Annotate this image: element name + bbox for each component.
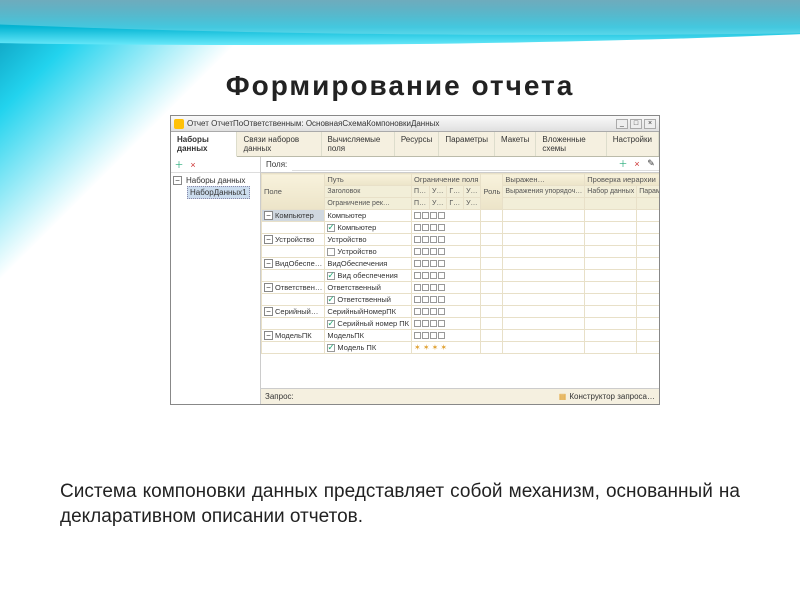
tab-1[interactable]: Связи наборов данных <box>237 132 321 156</box>
column-header[interactable]: Роль <box>481 174 503 210</box>
field-checkbox[interactable] <box>327 224 335 232</box>
app-window: Отчет ОтчетПоОтветственным: ОсновнаяСхем… <box>170 115 660 405</box>
collapse-icon[interactable]: − <box>173 176 182 185</box>
content-header: Поля: ＋ × ✎ <box>261 157 659 173</box>
column-header[interactable]: Путь <box>325 174 412 186</box>
tree-root-label: Наборы данных <box>186 176 245 185</box>
minimize-button[interactable]: _ <box>616 119 628 129</box>
tab-0[interactable]: Наборы данных <box>171 132 237 157</box>
field-row[interactable]: −Ответствен…Ответственный <box>262 282 660 294</box>
expand-icon[interactable]: − <box>264 307 273 316</box>
field-subrow[interactable]: Компьютер <box>262 222 660 234</box>
column-header[interactable]: У… <box>430 198 447 210</box>
expand-icon[interactable]: − <box>264 331 273 340</box>
field-checkbox[interactable] <box>327 248 335 256</box>
tab-4[interactable]: Параметры <box>439 132 495 156</box>
column-header[interactable] <box>585 198 637 210</box>
field-checkbox[interactable] <box>327 296 335 304</box>
field-checkbox[interactable] <box>327 344 335 352</box>
field-subrow[interactable]: Устройство <box>262 246 660 258</box>
expand-icon[interactable]: − <box>264 259 273 268</box>
content-toolbar: ＋ × ✎ <box>292 157 659 171</box>
field-subrow[interactable]: Серийный номер ПК <box>262 318 660 330</box>
tab-5[interactable]: Макеты <box>495 132 536 156</box>
column-header[interactable]: У… <box>430 186 447 198</box>
expand-icon[interactable]: − <box>264 211 273 220</box>
column-header[interactable]: Заголовок <box>325 186 412 198</box>
column-header[interactable]: Поле <box>262 174 325 210</box>
main-area: ＋ × − Наборы данных НаборДанных1 Поля: ＋… <box>171 157 659 404</box>
column-header[interactable]: Ограничение рек… <box>325 198 412 210</box>
field-row[interactable]: −УстройствоУстройство <box>262 234 660 246</box>
column-header[interactable]: Ограничение поля <box>412 174 481 186</box>
expand-icon[interactable]: − <box>264 235 273 244</box>
field-subrow[interactable]: Модель ПК✶ ✶ ✶ ✶ <box>262 342 660 354</box>
column-header[interactable]: У… <box>464 186 481 198</box>
close-button[interactable]: × <box>644 119 656 129</box>
constructor-label: Конструктор запроса… <box>569 392 655 401</box>
tree-root[interactable]: − Наборы данных <box>173 175 258 186</box>
dataset-tree: − Наборы данных НаборДанных1 <box>171 173 260 201</box>
field-row[interactable]: −МодельПКМодельПК <box>262 330 660 342</box>
fields-section-label: Поля: <box>261 157 292 172</box>
column-header[interactable] <box>503 198 585 210</box>
query-constructor-button[interactable]: ▦ Конструктор запроса… <box>559 392 655 401</box>
tab-3[interactable]: Ресурсы <box>395 132 440 156</box>
sidebar-toolbar: ＋ × <box>171 157 260 173</box>
field-row[interactable]: −Серийный…СерийныйНомерПК <box>262 306 660 318</box>
tree-child-dataset1[interactable]: НаборДанных1 <box>187 186 250 199</box>
tab-6[interactable]: Вложенные схемы <box>536 132 606 156</box>
constructor-icon: ▦ <box>559 392 567 401</box>
column-header[interactable]: Проверка иерархии <box>585 174 659 186</box>
window-buttons: _ □ × <box>616 119 656 129</box>
main-tabs: Наборы данныхСвязи наборов данныхВычисля… <box>171 132 659 157</box>
titlebar: Отчет ОтчетПоОтветственным: ОсновнаяСхем… <box>171 116 659 132</box>
edit-field-button[interactable]: ✎ <box>645 158 657 170</box>
column-header[interactable] <box>637 198 659 210</box>
column-header[interactable]: Выражен… <box>503 174 585 186</box>
app-icon <box>174 119 184 129</box>
column-header[interactable]: Г… <box>447 198 464 210</box>
maximize-button[interactable]: □ <box>630 119 642 129</box>
column-header[interactable]: П… <box>412 186 430 198</box>
remove-field-button[interactable]: × <box>631 158 643 170</box>
query-footer: Запрос: ▦ Конструктор запроса… <box>261 388 659 404</box>
field-checkbox[interactable] <box>327 320 335 328</box>
expand-icon[interactable]: − <box>264 283 273 292</box>
slide-caption: Система компоновки данных представляет с… <box>60 479 740 530</box>
field-subrow[interactable]: Вид обеспечения <box>262 270 660 282</box>
tree-child-label: НаборДанных1 <box>190 188 247 197</box>
tab-7[interactable]: Настройки <box>607 132 659 156</box>
fields-table: ПолеПутьОграничение поляРольВыражен…Пров… <box>261 173 659 354</box>
field-checkbox[interactable] <box>327 272 335 280</box>
column-header[interactable]: Параметр <box>637 186 659 198</box>
content-panel: Поля: ＋ × ✎ ПолеПутьОграничение поляРоль… <box>261 157 659 404</box>
sidebar: ＋ × − Наборы данных НаборДанных1 <box>171 157 261 404</box>
field-row[interactable]: −ВидОбеспе…ВидОбеспечения <box>262 258 660 270</box>
field-row[interactable]: −КомпьютерКомпьютер <box>262 210 660 222</box>
remove-dataset-button[interactable]: × <box>187 159 199 171</box>
tab-2[interactable]: Вычисляемые поля <box>322 132 395 156</box>
column-header[interactable]: Набор данных <box>585 186 637 198</box>
column-header[interactable]: Выражения упорядоч… <box>503 186 585 198</box>
window-title: Отчет ОтчетПоОтветственным: ОсновнаяСхем… <box>187 119 439 128</box>
column-header[interactable]: Г… <box>447 186 464 198</box>
query-label: Запрос: <box>265 392 294 401</box>
field-subrow[interactable]: Ответственный <box>262 294 660 306</box>
column-header[interactable]: У… <box>464 198 481 210</box>
add-field-button[interactable]: ＋ <box>617 158 629 170</box>
add-dataset-button[interactable]: ＋ <box>173 159 185 171</box>
column-header[interactable]: П… <box>412 198 430 210</box>
fields-grid[interactable]: ПолеПутьОграничение поляРольВыражен…Пров… <box>261 173 659 388</box>
slide-heading: Формирование отчета <box>0 70 800 102</box>
